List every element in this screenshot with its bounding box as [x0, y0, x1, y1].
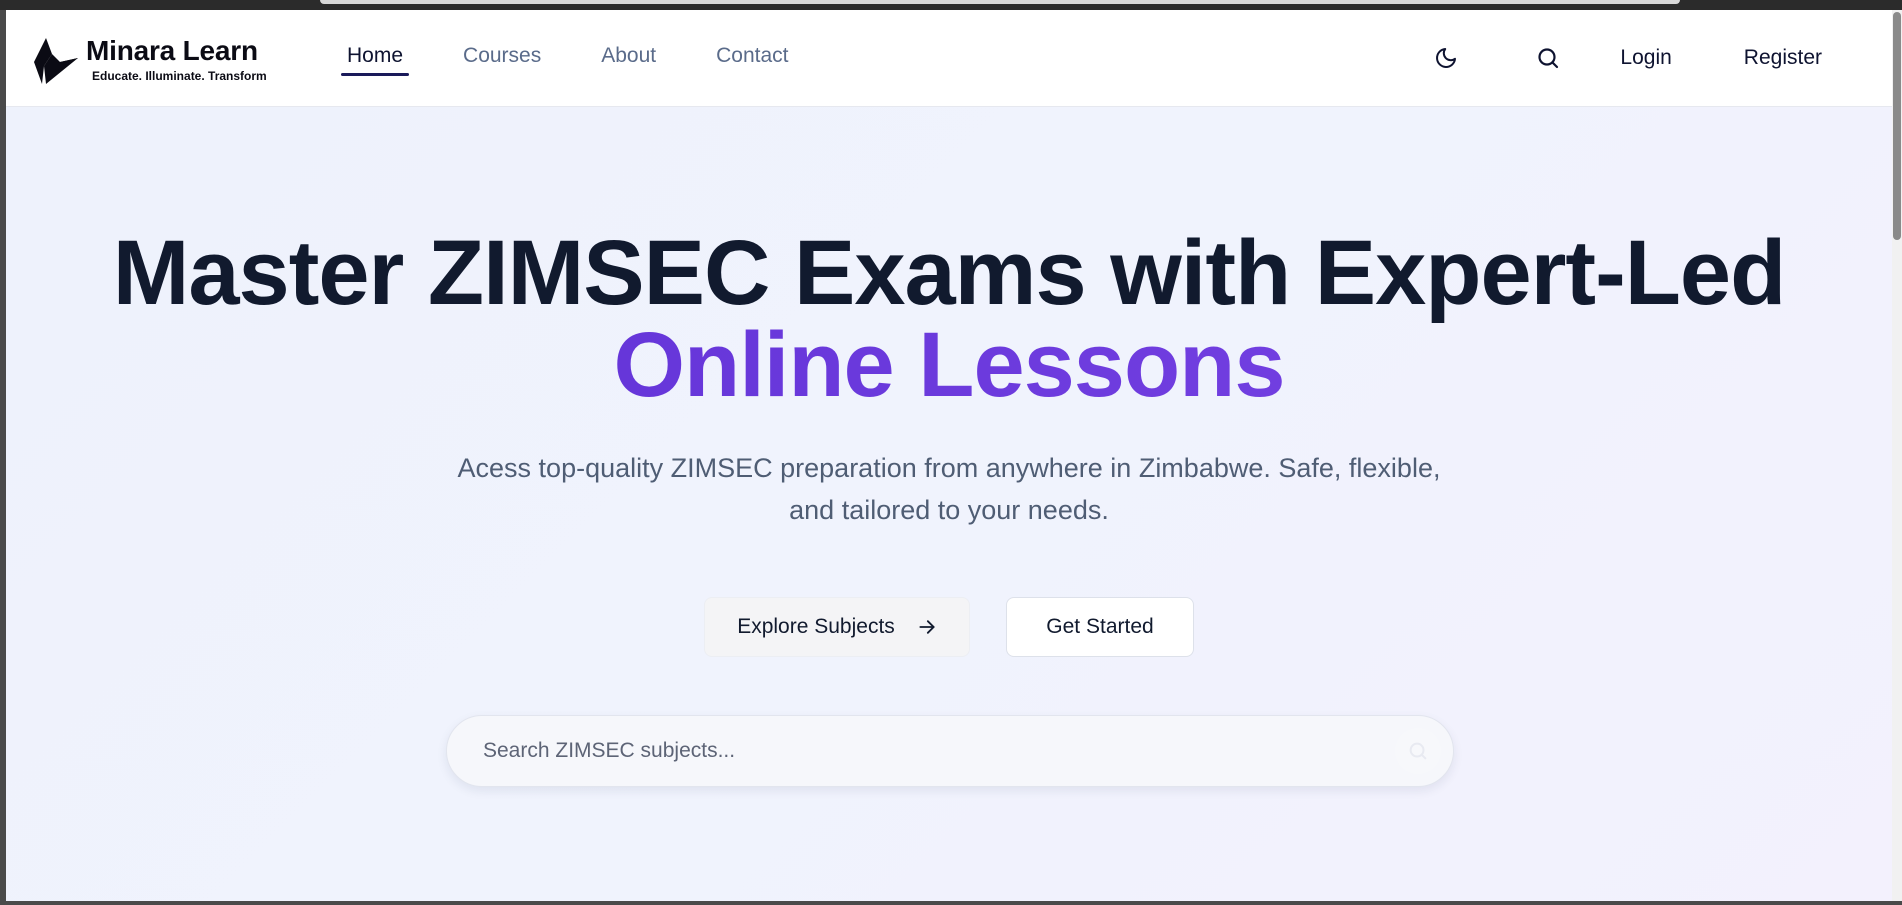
- hero-title-line1: Master ZIMSEC Exams with Expert-Led: [112, 222, 1787, 324]
- header-actions: Login Register: [1426, 10, 1892, 106]
- page-scrollbar[interactable]: [1892, 10, 1902, 901]
- brand-logo[interactable]: Minara Learn Educate. Illuminate. Transf…: [32, 32, 267, 88]
- moon-icon[interactable]: [1426, 38, 1466, 78]
- explore-subjects-button[interactable]: Explore Subjects: [704, 597, 970, 657]
- search-icon[interactable]: [1528, 38, 1568, 78]
- hero-section: Master ZIMSEC Exams with Expert-Led Onli…: [6, 107, 1892, 901]
- login-link[interactable]: Login: [1620, 46, 1671, 70]
- brand-tagline: Educate. Illuminate. Transform: [92, 69, 267, 83]
- window-top-strip: [0, 0, 1902, 10]
- nav-courses[interactable]: Courses: [463, 44, 541, 76]
- brand-name: Minara Learn: [86, 35, 258, 66]
- hero-title-accent: Online Lessons: [6, 319, 1892, 411]
- hero-title: Master ZIMSEC Exams with Expert-Led Onli…: [6, 227, 1892, 411]
- hero-subtitle: Acess top-quality ZIMSEC preparation fro…: [457, 453, 1441, 525]
- browser-window: Minara Learn Educate. Illuminate. Transf…: [6, 10, 1892, 901]
- arrow-right-icon: [917, 617, 937, 637]
- logo-icon: [32, 32, 82, 88]
- nav-contact[interactable]: Contact: [716, 44, 788, 76]
- search-submit-icon[interactable]: [1395, 728, 1441, 774]
- explore-subjects-label: Explore Subjects: [737, 615, 895, 638]
- get-started-button[interactable]: Get Started: [1006, 597, 1194, 657]
- subject-search-input[interactable]: [447, 716, 1347, 786]
- main-nav: Home Courses About Contact: [340, 44, 849, 76]
- subject-search-bar: [446, 715, 1454, 787]
- hero-buttons: Explore Subjects Get Started: [6, 597, 1892, 657]
- scrollbar-thumb[interactable]: [1893, 12, 1901, 240]
- nav-about[interactable]: About: [601, 44, 656, 76]
- register-link[interactable]: Register: [1744, 46, 1822, 70]
- nav-home[interactable]: Home: [340, 44, 410, 76]
- tab-bar: [320, 0, 1680, 4]
- site-header: Minara Learn Educate. Illuminate. Transf…: [6, 10, 1892, 107]
